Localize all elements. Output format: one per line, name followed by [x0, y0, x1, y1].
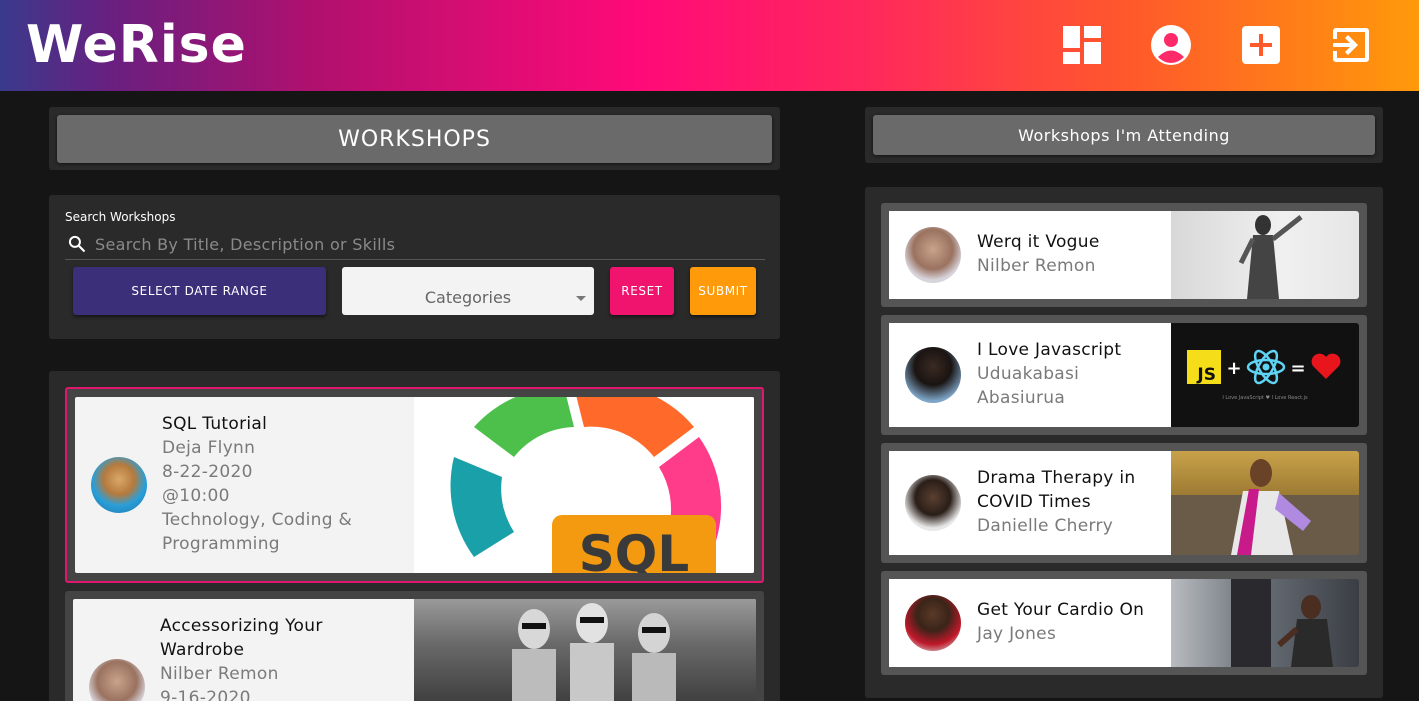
attending-host: Jay Jones: [977, 624, 1057, 644]
attending-host: Uduakabasi: [977, 364, 1080, 384]
categories-label: Categories: [424, 288, 512, 307]
attending-card-body[interactable]: Drama Therapy in COVID Times Danielle Ch…: [889, 451, 1171, 555]
js-logo-text: JS: [1196, 365, 1216, 385]
workshop-time: @10:00: [162, 486, 230, 506]
workshop-title: SQL Tutorial: [162, 414, 268, 434]
attending-card-body[interactable]: I Love Javascript Uduakabasi Abasiurua: [889, 323, 1171, 427]
app-header: WeRise: [0, 0, 1419, 91]
categories-select[interactable]: Categories: [342, 267, 594, 315]
workshop-card-body[interactable]: Accessorizing Your Wardrobe Nilber Remon…: [73, 599, 756, 701]
workshops-title: WORKSHOPS: [57, 115, 772, 163]
js-caption-text: I Love JavaScript ♥ I Love React.js: [1222, 395, 1308, 401]
reset-button[interactable]: RESET: [610, 267, 674, 315]
workshop-category-cont: Programming: [162, 534, 280, 554]
sql-logo-text: SQL: [579, 525, 689, 573]
attending-image-cardio: [1171, 579, 1359, 667]
search-input[interactable]: [95, 230, 755, 258]
attending-title: Workshops I'm Attending: [873, 115, 1375, 155]
attending-card-body[interactable]: Get Your Cardio On Jay Jones: [889, 579, 1171, 667]
search-row: [65, 230, 765, 260]
logo[interactable]: WeRise: [26, 14, 247, 76]
attending-title: I Love Javascript: [977, 340, 1122, 360]
workshop-host: Deja Flynn: [162, 438, 256, 458]
workshop-title-cont: Wardrobe: [160, 640, 245, 660]
attending-host: Nilber Remon: [977, 256, 1096, 276]
svg-text:=: =: [1290, 358, 1305, 379]
workshop-category: Technology, Coding &: [162, 510, 353, 530]
workshop-card-body[interactable]: SQL Tutorial Deja Flynn 8-22-2020 @10:00…: [75, 397, 754, 573]
add-box-icon[interactable]: [1240, 24, 1282, 66]
svg-text:+: +: [1226, 358, 1241, 379]
workshop-image-sql: SQL: [414, 397, 754, 573]
logout-icon[interactable]: [1330, 24, 1372, 66]
attending-title: Get Your Cardio On: [977, 600, 1145, 620]
avatar: [905, 595, 961, 651]
attending-image-drama: [1171, 451, 1359, 555]
attending-title: Werq it Vogue: [977, 232, 1100, 252]
avatar: [905, 227, 961, 283]
account-icon[interactable]: [1150, 24, 1192, 66]
workshop-host: Nilber Remon: [160, 664, 279, 684]
workshop-title: Accessorizing Your: [160, 616, 323, 636]
avatar: [91, 457, 147, 513]
submit-button[interactable]: SUBMIT: [690, 267, 756, 315]
workshop-date: 8-22-2020: [162, 462, 253, 482]
avatar: [905, 347, 961, 403]
attending-title: Drama Therapy in: [977, 468, 1136, 488]
attending-image-vogue: [1171, 211, 1359, 299]
avatar: [905, 475, 961, 531]
workshop-image-wardrobe: [414, 599, 756, 701]
attending-host: Danielle Cherry: [977, 516, 1114, 536]
attending-image-javascript: JS + = I Love JavaScript ♥ I Love React.…: [1171, 323, 1359, 427]
search-label: Search Workshops: [65, 210, 176, 224]
attending-card-body[interactable]: Werq it Vogue Nilber Remon: [889, 211, 1171, 299]
attending-title-cont: COVID Times: [977, 492, 1091, 512]
dashboard-icon[interactable]: [1061, 24, 1103, 66]
search-icon: [68, 235, 86, 253]
workshop-date: 9-16-2020: [160, 688, 251, 701]
avatar: [89, 659, 145, 701]
attending-host-cont: Abasiurua: [977, 388, 1066, 408]
select-date-range-button[interactable]: SELECT DATE RANGE: [73, 267, 326, 315]
dropdown-caret-icon: [576, 296, 586, 301]
